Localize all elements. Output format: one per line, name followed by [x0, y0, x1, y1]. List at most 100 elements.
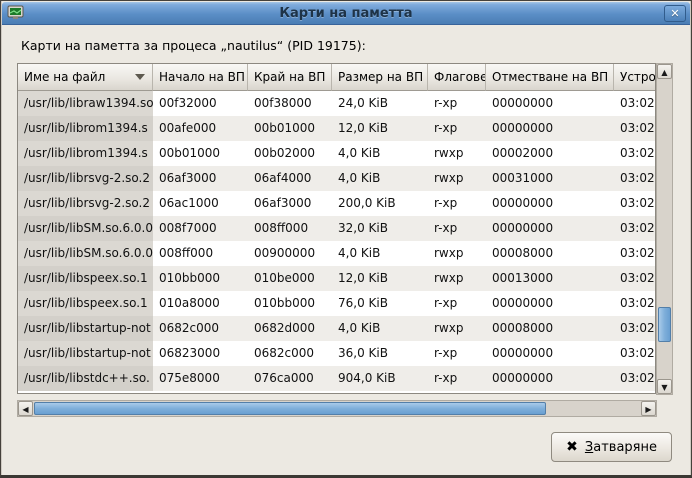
cell-vm_start: 008ff000	[153, 241, 248, 266]
cell-filename: /usr/lib/librom1394.s	[18, 116, 153, 141]
cell-vm_offset: 00000000	[486, 191, 614, 216]
memory-maps-table: Име на файлНачало на ВПКрай на ВПРазмер …	[17, 63, 656, 394]
cell-vm_start: 00afe000	[153, 116, 248, 141]
table-row[interactable]: /usr/lib/librsvg-2.so.206ac100006af30002…	[18, 191, 655, 216]
table-row[interactable]: /usr/lib/librsvg-2.so.206af300006af40004…	[18, 166, 655, 191]
titlebar[interactable]: Карти на паметта ✕	[2, 2, 690, 25]
scroll-left-icon[interactable]: ◀	[18, 401, 33, 416]
cell-flags: r-xp	[428, 291, 486, 316]
column-header-vm_size[interactable]: Размер на ВП	[332, 64, 428, 91]
cell-vm_end: 010be000	[248, 266, 332, 291]
table-row[interactable]: /usr/lib/libstdc++.so.075e8000076ca00090…	[18, 366, 655, 391]
cell-vm_size: 24,0 KiB	[332, 91, 428, 116]
table-row[interactable]: /usr/lib/libstartup-not0682c0000682d0004…	[18, 316, 655, 341]
table-body: /usr/lib/libraw1394.so00f3200000f3800024…	[18, 91, 655, 391]
cell-filename: /usr/lib/libstartup-not	[18, 316, 153, 341]
cell-device: 03:02	[614, 216, 655, 241]
table-row[interactable]: /usr/lib/libspeex.so.1010a8000010bb00076…	[18, 291, 655, 316]
table-row[interactable]: /usr/lib/librom1394.s00afe00000b0100012,…	[18, 116, 655, 141]
close-x-icon: ✖	[566, 439, 578, 455]
cell-filename: /usr/lib/librsvg-2.so.2	[18, 191, 153, 216]
column-header-vm_end[interactable]: Край на ВП	[248, 64, 332, 91]
horizontal-scrollbar[interactable]: ◀ ▶	[17, 400, 657, 417]
cell-vm_start: 06823000	[153, 341, 248, 366]
cell-filename: /usr/lib/libraw1394.so	[18, 91, 153, 116]
cell-device: 03:02	[614, 241, 655, 266]
cell-vm_size: 4,0 KiB	[332, 316, 428, 341]
scroll-up-icon[interactable]: ▲	[657, 64, 672, 79]
cell-device: 03:02	[614, 191, 655, 216]
table-row[interactable]: /usr/lib/librom1394.s00b0100000b020004,0…	[18, 141, 655, 166]
table-header-row: Име на файлНачало на ВПКрай на ВПРазмер …	[18, 64, 655, 91]
cell-vm_start: 00b01000	[153, 141, 248, 166]
cell-flags: r-xp	[428, 341, 486, 366]
cell-flags: r-xp	[428, 191, 486, 216]
cell-filename: /usr/lib/libSM.so.6.0.0	[18, 216, 153, 241]
cell-vm_start: 06ac1000	[153, 191, 248, 216]
cell-device: 03:02	[614, 116, 655, 141]
column-header-filename[interactable]: Име на файл	[18, 64, 153, 91]
cell-filename: /usr/lib/libstartup-not	[18, 341, 153, 366]
cell-flags: r-xp	[428, 216, 486, 241]
cell-vm_start: 008f7000	[153, 216, 248, 241]
cell-device: 03:02	[614, 141, 655, 166]
cell-vm_size: 76,0 KiB	[332, 291, 428, 316]
cell-vm_start: 010bb000	[153, 266, 248, 291]
close-button-label: Затваряне	[585, 440, 657, 455]
cell-vm_end: 0682d000	[248, 316, 332, 341]
sort-descending-icon	[135, 74, 145, 80]
cell-vm_offset: 00000000	[486, 366, 614, 391]
column-header-device[interactable]: Устро	[614, 64, 655, 91]
cell-flags: r-xp	[428, 91, 486, 116]
cell-vm_offset: 00000000	[486, 216, 614, 241]
cell-filename: /usr/lib/libSM.so.6.0.0	[18, 241, 153, 266]
cell-flags: rwxp	[428, 241, 486, 266]
cell-flags: rwxp	[428, 316, 486, 341]
close-button[interactable]: ✖ Затваряне	[551, 432, 672, 462]
cell-flags: rwxp	[428, 166, 486, 191]
cell-filename: /usr/lib/libspeex.so.1	[18, 266, 153, 291]
cell-vm_offset: 00008000	[486, 316, 614, 341]
cell-vm_start: 075e8000	[153, 366, 248, 391]
cell-vm_size: 12,0 KiB	[332, 266, 428, 291]
column-header-vm_offset[interactable]: Отместване на ВП	[486, 64, 614, 91]
cell-vm_size: 4,0 KiB	[332, 241, 428, 266]
table-row[interactable]: /usr/lib/libSM.so.6.0.0008f7000008ff0003…	[18, 216, 655, 241]
cell-device: 03:02	[614, 91, 655, 116]
cell-vm_size: 200,0 KiB	[332, 191, 428, 216]
cell-device: 03:02	[614, 166, 655, 191]
cell-vm_offset: 00002000	[486, 141, 614, 166]
cell-vm_end: 076ca000	[248, 366, 332, 391]
cell-device: 03:02	[614, 266, 655, 291]
cell-vm_size: 4,0 KiB	[332, 166, 428, 191]
cell-vm_start: 010a8000	[153, 291, 248, 316]
cell-device: 03:02	[614, 366, 655, 391]
cell-vm_size: 32,0 KiB	[332, 216, 428, 241]
vertical-scrollbar[interactable]: ▲ ▼	[656, 63, 673, 395]
cell-flags: r-xp	[428, 366, 486, 391]
cell-vm_start: 00f32000	[153, 91, 248, 116]
cell-vm_end: 06af3000	[248, 191, 332, 216]
cell-vm_offset: 00013000	[486, 266, 614, 291]
column-header-flags[interactable]: Флагове	[428, 64, 486, 91]
cell-vm_end: 010bb000	[248, 291, 332, 316]
window-title: Карти на паметта	[2, 6, 690, 21]
cell-vm_offset: 00031000	[486, 166, 614, 191]
cell-device: 03:02	[614, 291, 655, 316]
scroll-down-icon[interactable]: ▼	[657, 379, 672, 394]
scroll-right-icon[interactable]: ▶	[641, 401, 656, 416]
cell-vm_size: 36,0 KiB	[332, 341, 428, 366]
cell-vm_size: 4,0 KiB	[332, 141, 428, 166]
table-row[interactable]: /usr/lib/libspeex.so.1010bb000010be00012…	[18, 266, 655, 291]
table-row[interactable]: /usr/lib/libstartup-not068230000682c0003…	[18, 341, 655, 366]
horizontal-scrollbar-thumb[interactable]	[34, 402, 546, 415]
table-row[interactable]: /usr/lib/libSM.so.6.0.0008ff000009000004…	[18, 241, 655, 266]
cell-flags: r-xp	[428, 116, 486, 141]
cell-filename: /usr/lib/libspeex.so.1	[18, 291, 153, 316]
cell-vm_offset: 00000000	[486, 291, 614, 316]
vertical-scrollbar-thumb[interactable]	[658, 307, 671, 342]
table-row[interactable]: /usr/lib/libraw1394.so00f3200000f3800024…	[18, 91, 655, 116]
column-header-vm_start[interactable]: Начало на ВП	[153, 64, 248, 91]
cell-vm_offset: 00000000	[486, 116, 614, 141]
window-close-icon[interactable]: ✕	[664, 5, 686, 22]
